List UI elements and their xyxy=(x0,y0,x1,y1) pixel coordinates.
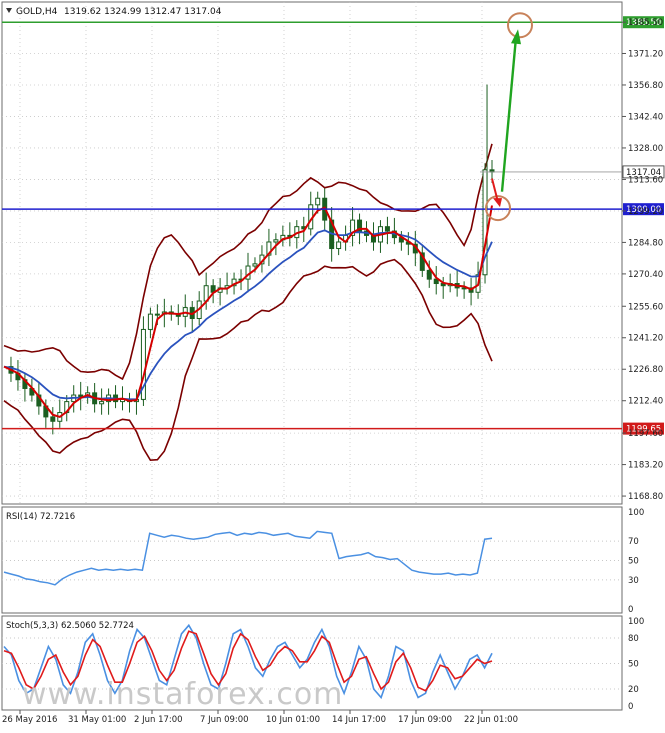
y-tick-label: 1212.40 xyxy=(628,397,663,407)
y-tick-label: 1197.60 xyxy=(628,429,663,439)
stoch-title: Stoch(5,3,3) 62.5060 52.7724 xyxy=(6,621,134,631)
y-tick-label: 1371.20 xyxy=(628,49,663,59)
stoch-y-tick-label: 80 xyxy=(628,634,639,644)
y-tick-label: 1313.60 xyxy=(628,175,663,185)
y-tick-label: 1299.20 xyxy=(628,207,663,217)
x-tick-label: 10 Jun 01:00 xyxy=(266,715,320,725)
y-tick-label: 1342.40 xyxy=(628,112,663,122)
candle-body xyxy=(315,197,321,206)
candle-body xyxy=(252,263,258,267)
chart-window: 1385.50 1300.00 1199.65 1317.04 www.instafo… xyxy=(0,0,665,729)
watermark: www.instaforex.com xyxy=(22,677,343,712)
rsi-title: RSI(14) 72.7216 xyxy=(6,512,75,522)
candle-body xyxy=(336,241,342,250)
chart-header: GOLD,H4 1319.62 1324.99 1312.47 1317.04 xyxy=(6,7,222,17)
trading-chart: 1385.501300.001199.651317.04 www.instafo… xyxy=(1,1,665,725)
stoch-y-tick-label: 0 xyxy=(628,702,633,712)
y-tick-label: 1356.80 xyxy=(628,81,663,91)
rsi-y-tick-label: 100 xyxy=(628,508,644,518)
candle-body xyxy=(99,401,105,405)
x-tick-label: 7 Jun 09:00 xyxy=(200,715,249,725)
y-tick-label: 1168.80 xyxy=(628,492,663,502)
stoch-y-tick-label: 20 xyxy=(628,685,639,695)
x-tick-label: 2 Jun 17:00 xyxy=(134,715,183,725)
watermark-text: www.instaforex.com xyxy=(22,677,343,712)
candle-body xyxy=(50,416,56,422)
y-tick-label: 1183.20 xyxy=(628,461,663,471)
candle-body xyxy=(384,226,390,232)
candle-body xyxy=(147,313,153,330)
y-tick-label: 1284.80 xyxy=(628,238,663,248)
symbol-label: GOLD,H4 xyxy=(16,7,58,17)
x-tick-label: 22 Jun 01:00 xyxy=(464,715,518,725)
x-tick-label: 17 Jun 09:00 xyxy=(398,715,452,725)
ohlc-label: 1319.62 1324.99 1312.47 1317.04 xyxy=(64,7,222,17)
y-tick-label: 1270.40 xyxy=(628,270,663,280)
rsi-y-tick-label: 0 xyxy=(628,605,633,615)
x-tick-label: 14 Jun 17:00 xyxy=(332,715,386,725)
rsi-y-tick-label: 70 xyxy=(628,537,639,547)
stoch-y-tick-label: 50 xyxy=(628,660,639,670)
candle-body xyxy=(154,313,160,316)
candle-body xyxy=(426,269,432,280)
candle-body xyxy=(273,239,279,243)
stoch-y-tick-label: 100 xyxy=(628,617,644,627)
y-tick-label: 1255.60 xyxy=(628,302,663,312)
x-tick-label: 26 May 2016 xyxy=(2,715,57,725)
y-tick-label: 1226.80 xyxy=(628,365,663,375)
y-tick-label: 1328.00 xyxy=(628,144,663,154)
rsi-y-tick-label: 30 xyxy=(628,576,639,586)
x-tick-label: 31 May 01:00 xyxy=(68,715,126,725)
y-tick-label: 1241.20 xyxy=(628,334,663,344)
rsi-y-tick-label: 50 xyxy=(628,557,639,567)
y-tick-label: 1385.50 xyxy=(628,18,663,28)
